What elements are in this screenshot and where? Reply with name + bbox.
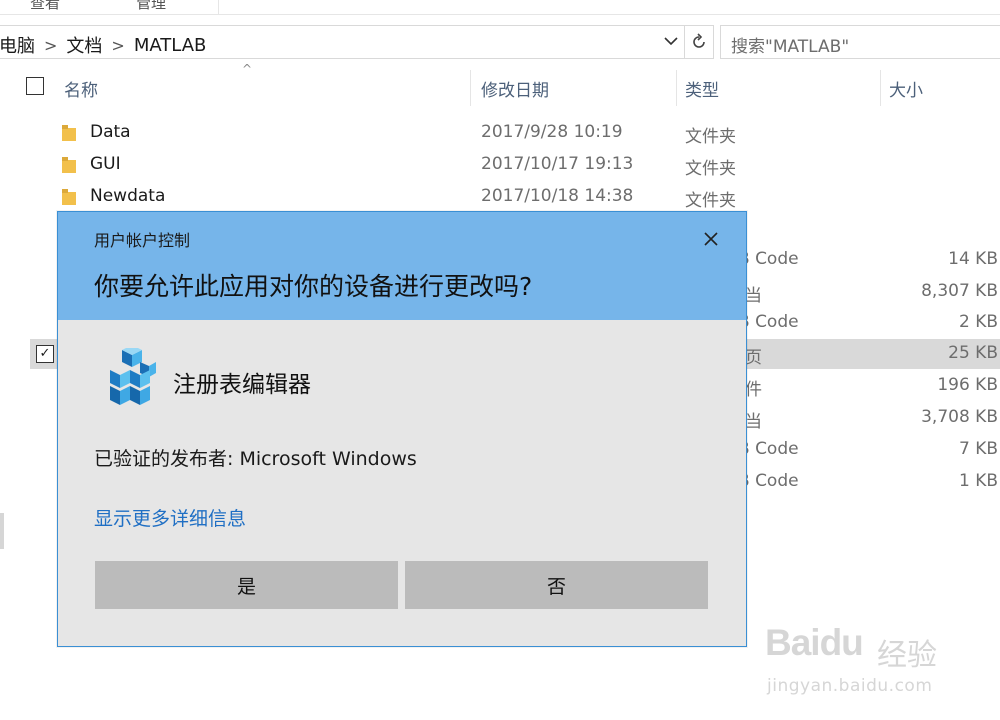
ribbon-tab-view[interactable]: 查看 (30, 0, 60, 13)
column-header-type[interactable]: 类型 (685, 76, 719, 101)
uac-question: 你要允许此应用对你的设备进行更改吗? (94, 272, 533, 301)
column-header-name[interactable]: 名称 (64, 76, 98, 101)
file-size: 14 KB (948, 249, 998, 269)
file-size: 8,307 KB (921, 281, 998, 301)
folder-icon (62, 125, 76, 141)
baidu-watermark: Baidu 经验 jingyan.baidu.com (765, 612, 965, 702)
file-type: 页 (745, 348, 762, 368)
file-size: 7 KB (958, 439, 998, 459)
file-row[interactable]: Newdata 2017/10/18 14:38 文件夹 (0, 182, 1000, 212)
address-history-button[interactable] (660, 30, 682, 52)
file-type: 文件夹 (685, 127, 736, 147)
file-type: B Code (738, 439, 799, 459)
uac-close-button[interactable] (694, 222, 728, 256)
breadcrumb: 电脑 > 文档 > MATLAB (0, 32, 206, 58)
file-type: B Code (738, 471, 799, 491)
file-type: 件 (745, 380, 762, 400)
uac-publisher: 已验证的发布者: Microsoft Windows (94, 448, 417, 470)
address-bar[interactable]: 电脑 > 文档 > MATLAB (0, 25, 685, 59)
uac-dialog: 用户帐户控制 你要允许此应用对你的设备进行更改吗? 注册表编辑器 已验证的发布者… (57, 211, 747, 647)
chevron-down-icon (664, 37, 678, 46)
search-placeholder: 搜索"MATLAB" (731, 37, 850, 57)
breadcrumb-matlab[interactable]: MATLAB (134, 35, 207, 56)
file-name: GUI (90, 154, 121, 174)
breadcrumb-documents[interactable]: 文档 (66, 32, 102, 58)
ribbon-tab-manage[interactable]: 管理 (136, 0, 166, 13)
column-divider[interactable] (676, 70, 677, 106)
uac-app-name: 注册表编辑器 (173, 372, 311, 398)
breadcrumb-pc[interactable]: 电脑 (0, 32, 35, 58)
folder-icon (62, 157, 76, 173)
file-type: 文件夹 (685, 159, 736, 179)
file-type: 当 (745, 412, 762, 432)
column-divider[interactable] (470, 70, 471, 106)
sort-ascending-icon: ^ (242, 62, 253, 76)
column-divider[interactable] (880, 70, 881, 106)
uac-caption: 用户帐户控制 (94, 231, 191, 250)
registry-editor-icon (110, 348, 156, 405)
file-size: 3,708 KB (921, 407, 998, 427)
close-icon (704, 232, 718, 246)
row-checkbox-checked[interactable]: ✓ (36, 345, 54, 363)
ribbon-tabs: 查看 管理 (0, 0, 1000, 15)
file-size: 1 KB (958, 471, 998, 491)
file-name: Newdata (90, 186, 166, 206)
file-type: B Code (738, 312, 799, 332)
watermark-brand: Baidu (765, 622, 864, 663)
uac-no-button[interactable]: 否 (405, 561, 708, 609)
ribbon-divider (218, 0, 219, 14)
file-date: 2017/9/28 10:19 (481, 122, 623, 142)
select-all-checkbox[interactable] (26, 77, 44, 95)
file-size: 2 KB (958, 312, 998, 332)
file-row[interactable]: GUI 2017/10/17 19:13 文件夹 (0, 150, 1000, 180)
watermark-url: jingyan.baidu.com (767, 676, 933, 696)
refresh-button[interactable] (685, 25, 714, 59)
file-type: 当 (745, 286, 762, 306)
refresh-icon (693, 33, 705, 48)
breadcrumb-separator-icon[interactable]: > (111, 36, 124, 55)
breadcrumb-separator-icon[interactable]: > (44, 36, 57, 55)
column-header-size[interactable]: 大小 (889, 76, 923, 101)
watermark-brand-cn: 经验 (877, 638, 937, 673)
file-type: 文件夹 (685, 191, 736, 211)
file-date: 2017/10/17 19:13 (481, 154, 634, 174)
file-size: 196 KB (937, 375, 998, 395)
file-date: 2017/10/18 14:38 (481, 186, 634, 206)
uac-header: 用户帐户控制 你要允许此应用对你的设备进行更改吗? (58, 212, 746, 320)
column-header-date[interactable]: 修改日期 (481, 76, 549, 101)
file-row[interactable]: Data 2017/9/28 10:19 文件夹 (0, 118, 1000, 148)
search-input[interactable]: 搜索"MATLAB" (720, 25, 1000, 59)
folder-icon (62, 189, 76, 205)
file-name: Data (90, 122, 131, 142)
scrollbar-thumb[interactable] (0, 513, 4, 549)
file-size: 25 KB (948, 343, 998, 363)
file-type: B Code (738, 249, 799, 269)
uac-yes-button[interactable]: 是 (95, 561, 398, 609)
uac-more-details-link[interactable]: 显示更多详细信息 (94, 504, 246, 531)
